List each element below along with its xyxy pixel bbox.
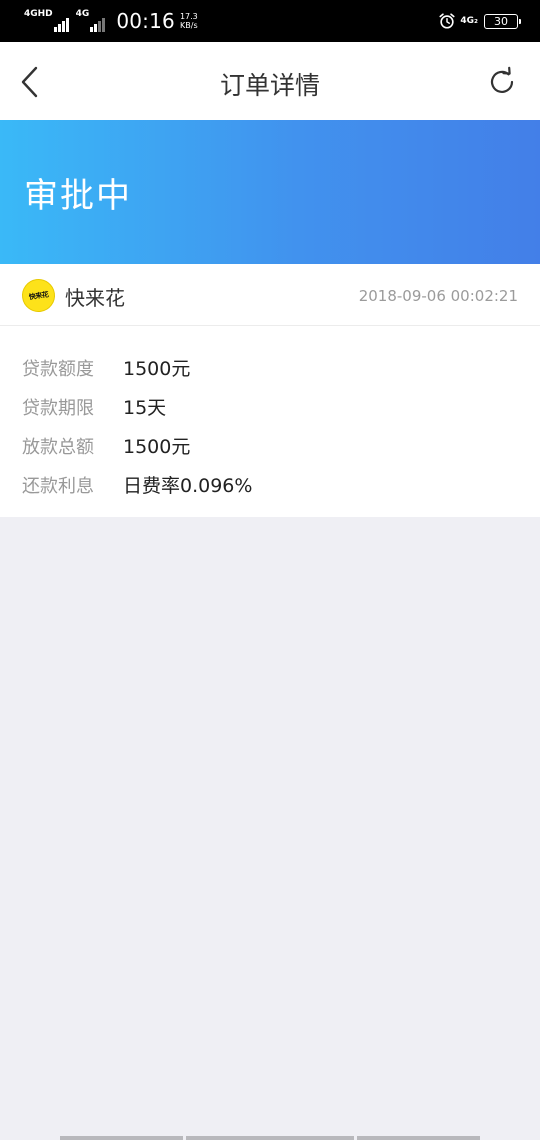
detail-label: 贷款额度 [22, 358, 94, 380]
page-title: 订单详情 [219, 71, 320, 100]
nav-bar: 订单详情 [0, 42, 540, 120]
battery-icon: 30 [484, 13, 521, 29]
detail-row-interest: 还款利息 日费率0.096% [0, 465, 540, 504]
detail-row-disbursed-amount: 放款总额 1500元 [0, 426, 540, 465]
detail-value: 日费率0.096% [123, 475, 253, 497]
status-bar: 4GHD 4G 00:16 17.3 KB/s 4G₂ 30 [0, 0, 540, 42]
lender-name: 快来花 [65, 286, 125, 310]
sim1-signal-icon: 4GHD [24, 10, 70, 32]
order-card: 快来花 快来花 2018-09-06 00:02:21 贷款额度 1500元 贷… [0, 264, 540, 517]
refresh-button[interactable] [486, 66, 518, 98]
detail-row-loan-amount: 贷款额度 1500元 [0, 348, 540, 387]
detail-value: 15天 [123, 397, 167, 419]
status-bar-right: 4G₂ 30 [438, 12, 521, 30]
sim2-label: 4G [75, 9, 90, 19]
detail-row-loan-term: 贷款期限 15天 [0, 387, 540, 426]
network-type-icon: 4G₂ [460, 15, 478, 26]
sim1-label: 4GHD [24, 9, 53, 19]
detail-label: 还款利息 [22, 475, 94, 497]
order-card-header: 快来花 快来花 2018-09-06 00:02:21 [0, 264, 540, 326]
battery-level: 30 [494, 14, 508, 28]
network-speed-unit: KB/s [180, 21, 198, 30]
status-bar-left: 4GHD 4G 00:16 17.3 KB/s [24, 9, 198, 33]
detail-value: 1500元 [123, 358, 191, 380]
gesture-bar [0, 1136, 540, 1140]
lender-logo: 快来花 [19, 276, 58, 315]
network-speed-value: 17.3 [179, 12, 198, 21]
detail-label: 放款总额 [22, 436, 94, 458]
sim2-signal-icon: 4G [76, 10, 107, 32]
network-speed: 17.3 KB/s [180, 12, 198, 30]
order-timestamp: 2018-09-06 00:02:21 [358, 287, 518, 305]
clock: 00:16 [116, 9, 175, 33]
order-detail-screen: 4GHD 4G 00:16 17.3 KB/s 4G₂ 30 订单详情 审批中 … [0, 0, 540, 1140]
refresh-icon [490, 66, 514, 93]
status-banner: 审批中 [0, 120, 540, 264]
detail-label: 贷款期限 [22, 397, 94, 419]
order-detail-list: 贷款额度 1500元 贷款期限 15天 放款总额 1500元 还款利息 日费率0… [0, 326, 540, 504]
detail-value: 1500元 [123, 436, 191, 458]
approval-status: 审批中 [24, 176, 132, 216]
alarm-icon [439, 13, 455, 29]
